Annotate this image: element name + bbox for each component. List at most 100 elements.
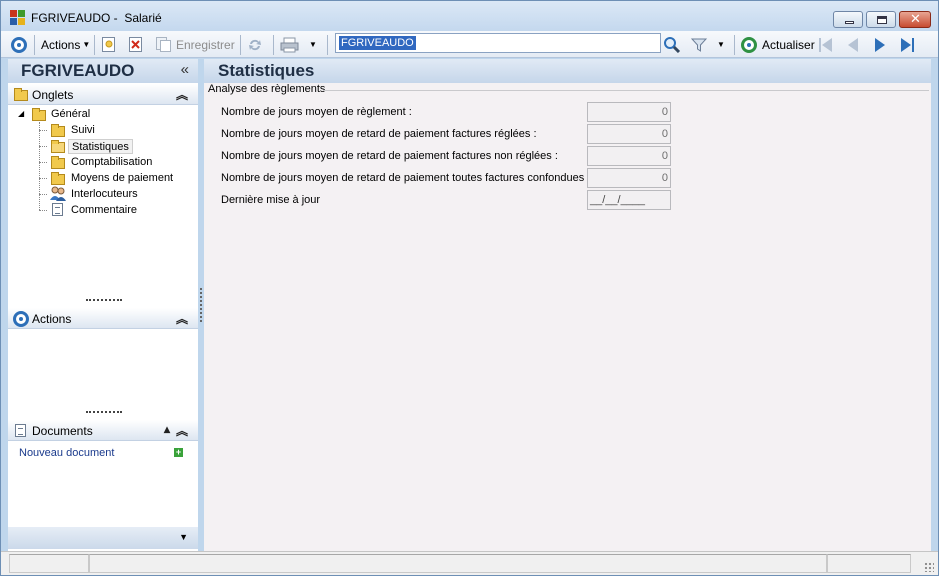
folder-icon bbox=[32, 108, 46, 121]
onglets-section-header[interactable]: Onglets ︽ bbox=[8, 84, 198, 105]
panel-footer: ▼ bbox=[8, 527, 198, 549]
avg-delay-all-field[interactable]: 0 bbox=[587, 168, 671, 188]
first-record-button[interactable] bbox=[819, 35, 832, 54]
field-label: Nombre de jours moyen de retard de paiem… bbox=[221, 172, 591, 184]
print-button[interactable] bbox=[280, 35, 300, 54]
title-bar: FGRIVEAUDO - Salarié ✕ bbox=[1, 1, 938, 31]
sync-button[interactable] bbox=[247, 35, 263, 54]
maximize-button[interactable] bbox=[866, 11, 896, 28]
close-button[interactable]: ✕ bbox=[899, 11, 931, 28]
tree-item-commentaire[interactable]: Commentaire bbox=[71, 203, 137, 218]
tree-item-general[interactable]: Général bbox=[51, 107, 90, 122]
expand-down-icon[interactable]: ▼ bbox=[179, 532, 188, 542]
avg-delay-paid-field[interactable]: 0 bbox=[587, 124, 671, 144]
record-menu-button[interactable] bbox=[11, 35, 27, 54]
onglets-label: Onglets bbox=[32, 88, 74, 102]
status-cell bbox=[827, 554, 911, 573]
main-header: Statistiques bbox=[204, 59, 931, 83]
field-label: Nombre de jours moyen de règlement : bbox=[221, 106, 412, 118]
last-record-button[interactable] bbox=[901, 35, 914, 54]
refresh-icon bbox=[741, 36, 757, 53]
first-bar-icon bbox=[819, 37, 821, 52]
group-title: Analyse des règlements bbox=[208, 83, 330, 95]
next-record-button[interactable] bbox=[875, 35, 885, 54]
minimize-button[interactable] bbox=[833, 11, 863, 28]
save-icon bbox=[156, 37, 171, 52]
collapse-chevron-icon[interactable]: ︽ bbox=[176, 310, 188, 327]
actions-section-label: Actions bbox=[32, 312, 72, 326]
tree-item-suivi[interactable]: Suivi bbox=[71, 123, 95, 138]
resize-grip-icon[interactable] bbox=[86, 411, 122, 413]
new-record-button[interactable] bbox=[102, 35, 116, 54]
app-logo-icon bbox=[10, 10, 25, 25]
last-update-date-field[interactable]: __/__/____ bbox=[587, 190, 671, 210]
printer-icon bbox=[280, 37, 299, 52]
previous-record-button[interactable] bbox=[848, 35, 858, 54]
contacts-icon bbox=[50, 186, 66, 201]
search-icon bbox=[664, 37, 681, 53]
avg-delay-unpaid-field[interactable]: 0 bbox=[587, 146, 671, 166]
collapse-up-icon[interactable]: ▴ bbox=[164, 422, 170, 436]
new-document-link[interactable]: Nouveau document bbox=[19, 447, 114, 459]
group-divider bbox=[323, 90, 929, 91]
last-record-icon bbox=[901, 37, 911, 52]
refresh-button[interactable]: Actualiser bbox=[741, 35, 815, 54]
status-cell bbox=[9, 554, 89, 573]
resize-grip-icon[interactable] bbox=[86, 299, 122, 301]
record-code-field[interactable]: FGRIVEAUDO bbox=[335, 33, 661, 53]
refresh-button-label: Actualiser bbox=[762, 37, 815, 52]
collapse-panel-button[interactable]: « bbox=[181, 61, 189, 78]
navigation-panel-header: FGRIVEAUDO « bbox=[8, 59, 198, 83]
folder-icon bbox=[51, 172, 65, 185]
resize-grip-icon[interactable] bbox=[924, 562, 934, 572]
tree-expander-icon[interactable]: ◢ bbox=[18, 109, 24, 118]
filter-icon bbox=[691, 38, 707, 52]
open-folder-icon bbox=[51, 140, 65, 153]
documents-section-label: Documents bbox=[32, 424, 93, 438]
collapse-chevron-icon[interactable]: ︽ bbox=[176, 86, 188, 103]
record-code-value: FGRIVEAUDO bbox=[339, 36, 416, 50]
documents-section-header[interactable]: Documents ▴ ︽ bbox=[8, 420, 198, 441]
field-label: Nombre de jours moyen de retard de paiem… bbox=[221, 128, 537, 140]
collapse-chevron-icon[interactable]: ︽ bbox=[176, 422, 188, 439]
last-bar-icon bbox=[912, 37, 914, 52]
actions-section-header[interactable]: Actions ︽ bbox=[8, 308, 198, 329]
new-document-icon bbox=[102, 37, 115, 52]
tree-item-moyens-de-paiement[interactable]: Moyens de paiement bbox=[71, 171, 173, 186]
print-options-dropdown[interactable]: ▼ bbox=[309, 35, 317, 54]
status-cell bbox=[89, 554, 827, 573]
circle-target-icon bbox=[13, 311, 29, 327]
document-icon bbox=[15, 424, 26, 437]
delete-icon bbox=[129, 37, 142, 52]
status-bar bbox=[1, 551, 938, 575]
app-window: FGRIVEAUDO - Salarié ✕ Actions ▼ Enregis… bbox=[0, 0, 939, 576]
tree-item-interlocuteurs[interactable]: Interlocuteurs bbox=[71, 187, 138, 202]
note-icon bbox=[52, 203, 63, 216]
tree-item-comptabilisation[interactable]: Comptabilisation bbox=[71, 155, 152, 170]
panel-splitter[interactable] bbox=[200, 288, 202, 322]
filter-options-dropdown[interactable]: ▼ bbox=[717, 35, 725, 54]
navigation-panel bbox=[8, 59, 198, 551]
save-button[interactable]: Enregistrer bbox=[156, 35, 235, 54]
avg-payment-days-field[interactable]: 0 bbox=[587, 102, 671, 122]
actions-menu-button[interactable]: Actions ▼ bbox=[41, 35, 90, 54]
delete-button[interactable] bbox=[129, 35, 143, 54]
search-button[interactable] bbox=[663, 35, 681, 54]
previous-record-icon bbox=[848, 37, 858, 52]
dropdown-arrow-icon: ▼ bbox=[309, 40, 317, 49]
folder-icon bbox=[51, 156, 65, 169]
first-record-icon bbox=[822, 37, 832, 52]
close-icon: ✕ bbox=[910, 12, 921, 27]
filter-button[interactable] bbox=[691, 35, 707, 54]
save-button-label: Enregistrer bbox=[176, 37, 235, 52]
dropdown-arrow-icon: ▼ bbox=[82, 40, 91, 49]
circle-target-icon bbox=[11, 36, 27, 53]
window-title: FGRIVEAUDO - Salarié bbox=[31, 11, 162, 25]
actions-menu-label: Actions bbox=[41, 37, 81, 52]
dropdown-arrow-icon: ▼ bbox=[717, 40, 725, 49]
field-label: Dernière mise à jour bbox=[221, 194, 321, 206]
add-icon[interactable]: + bbox=[174, 448, 183, 457]
tree-item-statistiques[interactable]: Statistiques bbox=[68, 139, 133, 154]
next-record-icon bbox=[875, 37, 885, 52]
field-label: Nombre de jours moyen de retard de paiem… bbox=[221, 150, 558, 162]
